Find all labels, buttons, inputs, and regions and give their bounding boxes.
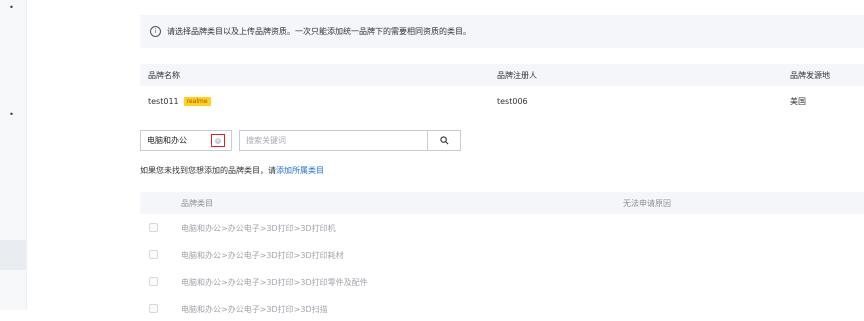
search-input[interactable] bbox=[240, 131, 427, 150]
row-checkbox[interactable] bbox=[149, 250, 158, 259]
search-button[interactable] bbox=[427, 131, 460, 150]
category-path: 电脑和办公>办公电子>3D打印>3D打印耗材 bbox=[181, 250, 344, 260]
brand-table-header: 品牌名称 品牌注册人 品牌发源地 bbox=[140, 64, 864, 86]
category-row: 电脑和办公>办公电子>3D打印>3D扫描 bbox=[140, 297, 864, 321]
header-brand-origin: 品牌发源地 bbox=[790, 70, 830, 80]
row-checkbox[interactable] bbox=[149, 223, 158, 232]
header-brand-registrant: 品牌注册人 bbox=[497, 70, 537, 80]
category-path: 电脑和办公>办公电子>3D打印>3D打印机 bbox=[181, 223, 336, 233]
info-icon: i bbox=[150, 26, 161, 37]
search-box bbox=[239, 130, 461, 151]
category-row: 电脑和办公>办公电子>3D打印>3D打印耗材 bbox=[140, 243, 864, 267]
page-gutter bbox=[27, 0, 127, 310]
brand-name: test011 bbox=[148, 96, 179, 106]
sidebar: • • bbox=[0, 0, 27, 310]
category-path: 电脑和办公>办公电子>3D打印>3D打印零件及配件 bbox=[181, 277, 368, 287]
category-row: 电脑和办公>办公电子>3D打印>3D打印零件及配件 bbox=[140, 270, 864, 294]
brand-name-cell: test011 realme bbox=[148, 88, 211, 114]
sidebar-collapse-icon[interactable]: • bbox=[7, 3, 16, 12]
category-row: 电脑和办公>办公电子>3D打印>3D打印机 bbox=[140, 216, 864, 240]
row-checkbox[interactable] bbox=[149, 304, 158, 313]
sidebar-active-item[interactable] bbox=[0, 240, 26, 270]
header-reject-reason: 无法申请原因 bbox=[623, 198, 671, 208]
header-brand-name: 品牌名称 bbox=[148, 70, 180, 80]
brand-table-row: test011 realme test006 美国 bbox=[140, 88, 864, 114]
category-table-header: 品牌类目 无法申请原因 bbox=[140, 192, 864, 214]
brand-tag: realme bbox=[183, 96, 211, 106]
missing-category-hint: 如果您未找到您想添加的品牌类目，请添加所属类目 bbox=[140, 165, 324, 176]
category-select-value: 电脑和办公 bbox=[147, 136, 187, 145]
brand-registrant: test006 bbox=[497, 96, 528, 106]
header-brand-category: 品牌类目 bbox=[181, 198, 213, 208]
sidebar-collapse-icon[interactable]: • bbox=[7, 110, 16, 119]
row-checkbox[interactable] bbox=[149, 277, 158, 286]
notice-text: 请选择品牌类目以及上传品牌资质。一次只能添加统一品牌下的需要相同资质的类目。 bbox=[167, 27, 471, 36]
info-notice: i 请选择品牌类目以及上传品牌资质。一次只能添加统一品牌下的需要相同资质的类目。 bbox=[140, 15, 864, 48]
clear-selection-button[interactable]: × bbox=[211, 134, 225, 147]
brand-origin: 美国 bbox=[790, 96, 806, 106]
hint-text: 如果您未找到您想添加的品牌类目，请 bbox=[140, 166, 276, 175]
search-icon bbox=[439, 136, 448, 145]
category-path: 电脑和办公>办公电子>3D打印>3D扫描 bbox=[181, 304, 328, 314]
clear-icon: × bbox=[215, 137, 221, 144]
main-content: i 请选择品牌类目以及上传品牌资质。一次只能添加统一品牌下的需要相同资质的类目。… bbox=[127, 0, 864, 314]
add-category-link[interactable]: 添加所属类目 bbox=[276, 166, 324, 175]
